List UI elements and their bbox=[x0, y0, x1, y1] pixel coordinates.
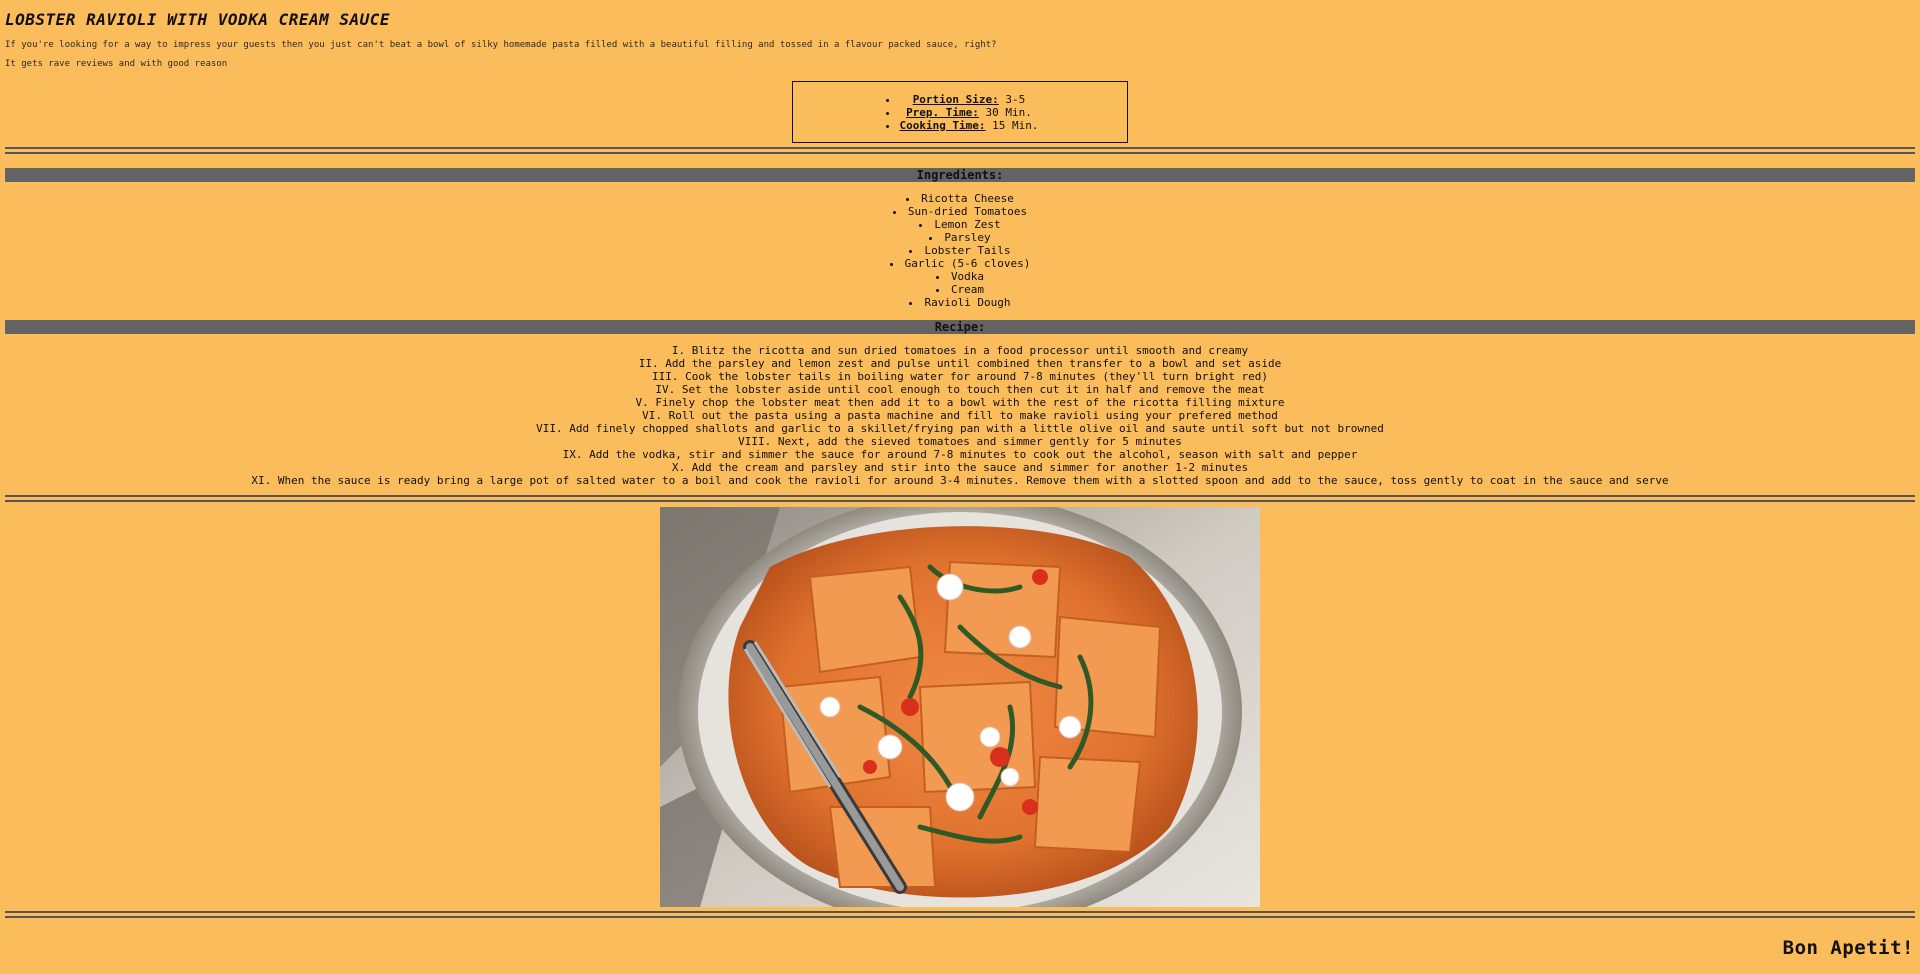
divider bbox=[5, 495, 1915, 502]
divider bbox=[5, 147, 1915, 154]
closing-text: Bon Apetit! bbox=[1782, 937, 1914, 959]
page-title: LOBSTER RAVIOLI WITH VODKA CREAM SAUCE bbox=[5, 10, 391, 29]
recipe-step: Set the lobster aside until cool enough … bbox=[5, 383, 1915, 396]
list-item: Garlic (5-6 cloves) bbox=[5, 257, 1915, 270]
recipe-step: Add the cream and parsley and stir into … bbox=[5, 461, 1915, 474]
recipe-step: When the sauce is ready bring a large po… bbox=[5, 474, 1915, 487]
list-item: Sun-dried Tomatoes bbox=[5, 205, 1915, 218]
info-item-cooking: Cooking Time: 15 Min. bbox=[899, 119, 1038, 132]
ingredients-list: Ricotta Cheese Sun-dried Tomatoes Lemon … bbox=[5, 192, 1915, 309]
list-item: Ravioli Dough bbox=[5, 296, 1915, 309]
intro-paragraph: It gets rave reviews and with good reaso… bbox=[5, 59, 228, 69]
list-item: Lemon Zest bbox=[5, 218, 1915, 231]
divider bbox=[5, 911, 1915, 918]
list-item: Lobster Tails bbox=[5, 244, 1915, 257]
recipe-step: Cook the lobster tails in boiling water … bbox=[5, 370, 1915, 383]
recipe-info-box: Portion Size: 3-5 Prep. Time: 30 Min. Co… bbox=[792, 81, 1128, 143]
list-item: Ricotta Cheese bbox=[5, 192, 1915, 205]
recipe-step: Roll out the pasta using a pasta machine… bbox=[5, 409, 1915, 422]
info-value: 3-5 bbox=[998, 92, 1026, 106]
recipe-info-list: Portion Size: 3-5 Prep. Time: 30 Min. Co… bbox=[881, 93, 1038, 132]
recipe-step: Add the parsley and lemon zest and pulse… bbox=[5, 357, 1915, 370]
list-item: Parsley bbox=[5, 231, 1915, 244]
recipe-step: Blitz the ricotta and sun dried tomatoes… bbox=[5, 344, 1915, 357]
recipe-heading: Recipe: bbox=[5, 320, 1915, 334]
ingredients-heading: Ingredients: bbox=[5, 168, 1915, 182]
info-key: Cooking Time: bbox=[899, 118, 986, 132]
info-value: 15 Min. bbox=[985, 118, 1039, 132]
recipe-step: Next, add the sieved tomatoes and simmer… bbox=[5, 435, 1915, 448]
recipe-step: Add finely chopped shallots and garlic t… bbox=[5, 422, 1915, 435]
info-key: Prep. Time: bbox=[906, 105, 979, 119]
ravioli-photo bbox=[660, 507, 1260, 907]
recipe-step: Add the vodka, stir and simmer the sauce… bbox=[5, 448, 1915, 461]
info-key: Portion Size: bbox=[912, 92, 999, 106]
info-value: 30 Min. bbox=[978, 105, 1032, 119]
recipe-steps: Blitz the ricotta and sun dried tomatoes… bbox=[5, 344, 1915, 487]
list-item: Cream bbox=[5, 283, 1915, 296]
list-item: Vodka bbox=[5, 270, 1915, 283]
info-item-prep: Prep. Time: 30 Min. bbox=[899, 106, 1038, 119]
recipe-step: Finely chop the lobster meat then add it… bbox=[5, 396, 1915, 409]
intro-paragraph: If you're looking for a way to impress y… bbox=[5, 40, 997, 50]
info-item-portion: Portion Size: 3-5 bbox=[899, 93, 1038, 106]
